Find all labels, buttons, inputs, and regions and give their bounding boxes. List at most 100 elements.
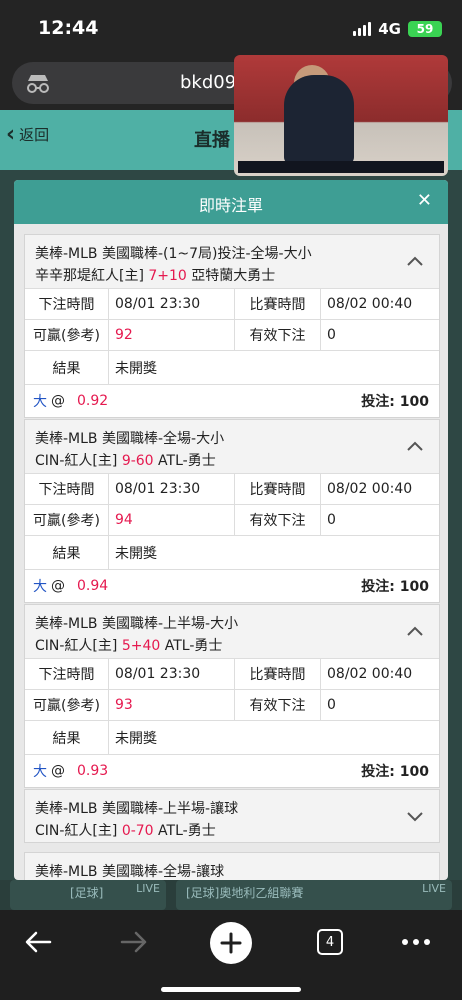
stake-value: 100 xyxy=(399,579,429,595)
valid-value: 0 xyxy=(327,697,336,713)
away-team: 亞特蘭大勇士 xyxy=(191,268,276,284)
bet-teams: CIN-紅人[主] 5+40 ATL-勇士 xyxy=(35,635,429,657)
bet-league: 美棒-MLB 美國職棒-全場-大小 xyxy=(35,431,225,447)
bet-time-label: 下注時間 xyxy=(25,474,109,504)
match-time-label: 比賽時間 xyxy=(235,474,321,504)
bet-stake: 投注: 100 xyxy=(361,391,429,411)
bet-row-win: 可贏(參考) 92 有效下注 0 xyxy=(25,320,439,351)
browser-toolbar: 4 xyxy=(0,910,462,1000)
bet-row-times: 下注時間 08/01 23:30 比賽時間 08/02 00:40 xyxy=(25,474,439,505)
bet-header[interactable]: 美棒-MLB 美國職棒-(1~7局)投注-全場-大小 辛辛那堤紅人[主] 7+1… xyxy=(25,235,439,289)
live-item-label: [足球]奧地利乙組聯賽 xyxy=(186,886,304,900)
chevron-left-icon: ‹ xyxy=(6,122,16,147)
live-item[interactable]: [足球]奧地利乙組聯賽 LIVE xyxy=(176,880,452,910)
bet-pick: 大 xyxy=(33,764,47,780)
video-scorebar xyxy=(238,161,444,173)
win-value: 93 xyxy=(109,690,235,720)
bet-card: 美棒-MLB 美國職棒-全場-大小 CIN-紅人[主] 9-60 ATL-勇士 … xyxy=(24,419,440,603)
url-text: bkd09 xyxy=(180,72,237,93)
away-team: ATL-勇士 xyxy=(158,823,216,839)
home-team: CIN-紅人[主] xyxy=(35,453,118,469)
bet-card: 美棒-MLB 美國職棒-全場-讓球 xyxy=(24,852,440,880)
incognito-icon xyxy=(27,75,49,93)
live-item[interactable]: [足球] LIVE xyxy=(10,880,166,910)
chevron-down-icon[interactable] xyxy=(405,806,425,826)
chevron-up-icon[interactable] xyxy=(405,436,425,456)
back-button[interactable]: ‹ 返回 xyxy=(6,122,49,147)
result-value: 未開獎 xyxy=(115,360,157,377)
bet-line: 7+10 xyxy=(148,268,187,284)
network-label: 4G xyxy=(378,20,401,38)
bet-row-win: 可贏(參考) 94 有效下注 0 xyxy=(25,505,439,536)
close-icon[interactable]: ✕ xyxy=(417,190,432,211)
bet-line: 5+40 xyxy=(121,638,161,654)
bet-league: 美棒-MLB 美國職棒-(1~7局)投注-全場-大小 xyxy=(35,246,312,262)
back-arrow-icon[interactable] xyxy=(18,922,58,962)
modal-title: 即時注單 xyxy=(198,196,263,215)
bet-league: 美棒-MLB 美國職棒-上半場-讓球 xyxy=(35,801,239,817)
video-pip[interactable] xyxy=(234,55,448,176)
result-label: 結果 xyxy=(25,536,109,569)
bet-row-result: 結果 未開獎 xyxy=(25,536,439,570)
valid-label: 有效下注 xyxy=(235,690,321,720)
chevron-up-icon[interactable] xyxy=(405,251,425,271)
live-badge: LIVE xyxy=(136,882,160,895)
bet-stake: 投注: 100 xyxy=(361,761,429,781)
stake-label: 投注: xyxy=(361,394,395,410)
page-title: 直播 xyxy=(194,130,230,151)
result-value: 未開獎 xyxy=(115,730,157,747)
status-bar: 12:44 4G 59 xyxy=(0,0,462,58)
tabs-button[interactable]: 4 xyxy=(310,922,350,962)
bet-row-result: 結果 未開獎 xyxy=(25,351,439,385)
battery-icon: 59 xyxy=(408,21,442,37)
forward-arrow-icon[interactable] xyxy=(114,922,154,962)
bet-league: 美棒-MLB 美國職棒-上半場-大小 xyxy=(35,616,239,632)
bet-line: 9-60 xyxy=(121,453,154,469)
result-label: 結果 xyxy=(25,721,109,754)
result-value: 未開獎 xyxy=(115,545,157,562)
valid-label: 有效下注 xyxy=(235,505,321,535)
new-tab-plus-icon[interactable] xyxy=(210,922,252,964)
bet-card: 美棒-MLB 美國職棒-(1~7局)投注-全場-大小 辛辛那堤紅人[主] 7+1… xyxy=(24,234,440,418)
match-time-label: 比賽時間 xyxy=(235,659,321,689)
win-value: 94 xyxy=(109,505,235,535)
home-indicator xyxy=(161,987,301,992)
bet-time-value: 08/01 23:30 xyxy=(109,659,235,689)
bet-card: 美棒-MLB 美國職棒-上半場-大小 CIN-紅人[主] 5+40 ATL-勇士… xyxy=(24,604,440,788)
bet-odds: 0.93 xyxy=(77,763,109,779)
bet-header[interactable]: 美棒-MLB 美國職棒-上半場-讓球 CIN-紅人[主] 0-70 ATL-勇士 xyxy=(25,790,439,842)
back-label: 返回 xyxy=(19,126,50,144)
match-time-value: 08/02 00:40 xyxy=(327,666,413,682)
bet-row-win: 可贏(參考) 93 有效下注 0 xyxy=(25,690,439,721)
more-icon[interactable] xyxy=(396,922,436,962)
at-symbol: @ xyxy=(51,578,65,594)
tabs-count: 4 xyxy=(317,929,343,955)
stake-value: 100 xyxy=(399,394,429,410)
bet-odds: 0.92 xyxy=(77,393,109,409)
player-figure xyxy=(284,75,354,165)
away-team: ATL-勇士 xyxy=(164,638,223,654)
home-team: CIN-紅人[主] xyxy=(35,823,118,839)
home-team: CIN-紅人[主] xyxy=(35,638,118,654)
win-value: 92 xyxy=(109,320,235,350)
bet-header[interactable]: 美棒-MLB 美國職棒-上半場-大小 CIN-紅人[主] 5+40 ATL-勇士 xyxy=(25,605,439,659)
bet-footer: 大 @ 0.94 投注: 100 xyxy=(25,570,439,602)
bet-row-result: 結果 未開獎 xyxy=(25,721,439,755)
bet-pick: 大 xyxy=(33,579,47,595)
bet-teams: CIN-紅人[主] 0-70 ATL-勇士 xyxy=(35,820,429,842)
bet-time-value: 08/01 23:30 xyxy=(109,474,235,504)
bet-header[interactable]: 美棒-MLB 美國職棒-全場-讓球 xyxy=(25,853,439,880)
win-label: 可贏(參考) xyxy=(25,320,109,350)
bet-header[interactable]: 美棒-MLB 美國職棒-全場-大小 CIN-紅人[主] 9-60 ATL-勇士 xyxy=(25,420,439,474)
bet-time-label: 下注時間 xyxy=(25,289,109,319)
bet-stake: 投注: 100 xyxy=(361,576,429,596)
valid-value: 0 xyxy=(327,327,336,343)
at-symbol: @ xyxy=(51,763,65,779)
chevron-up-icon[interactable] xyxy=(405,621,425,641)
bet-row-times: 下注時間 08/01 23:30 比賽時間 08/02 00:40 xyxy=(25,289,439,320)
win-label: 可贏(參考) xyxy=(25,505,109,535)
bet-footer: 大 @ 0.93 投注: 100 xyxy=(25,755,439,787)
live-strip: [足球] LIVE [足球]奧地利乙組聯賽 LIVE xyxy=(0,880,462,910)
bet-row-times: 下注時間 08/01 23:30 比賽時間 08/02 00:40 xyxy=(25,659,439,690)
bet-teams: 辛辛那堤紅人[主] 7+10 亞特蘭大勇士 xyxy=(35,265,429,287)
